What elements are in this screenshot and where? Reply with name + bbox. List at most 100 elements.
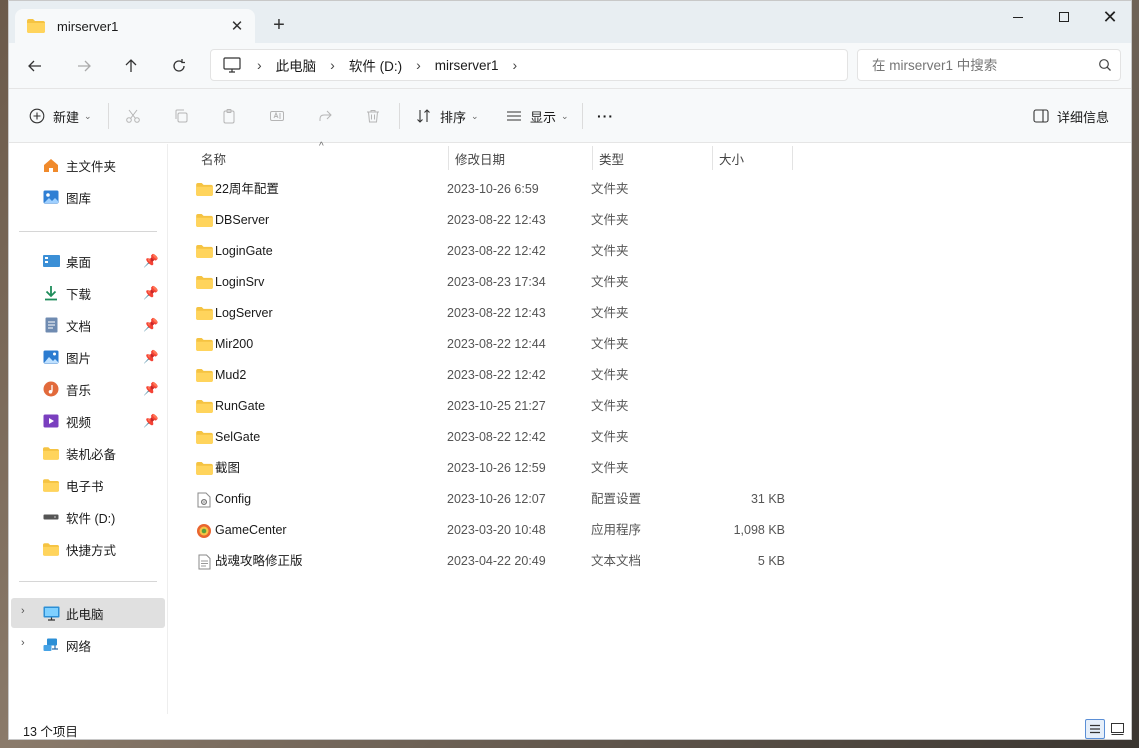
rename-button[interactable] [261, 101, 293, 131]
tab-close-icon[interactable]: ✕ [223, 17, 251, 35]
breadcrumb-this-pc[interactable]: 此电脑 [276, 55, 317, 75]
sidebar-item-desktop[interactable]: 桌面 📌 [11, 246, 165, 276]
sidebar-item-this-pc[interactable]: › 此电脑 [11, 598, 165, 628]
maximize-icon [1059, 12, 1069, 22]
sidebar-item-shortcuts-folder[interactable]: 快捷方式 [11, 534, 165, 564]
details-pane-icon [1033, 109, 1049, 123]
breadcrumb-mirserver1[interactable]: mirserver1 [435, 58, 499, 73]
file-name-cell[interactable]: 截图 [195, 453, 240, 484]
column-header-size[interactable]: 大小 [711, 144, 791, 172]
breadcrumb-chevron-icon[interactable]: › [257, 57, 262, 73]
new-tab-button[interactable]: + [267, 14, 291, 38]
table-row[interactable]: 战魂攻略修正版 2023-04-22 20:49 文本文档 5 KB [183, 546, 785, 577]
pin-icon[interactable]: 📌 [141, 254, 161, 269]
sidebar-item-essentials-folder[interactable]: 装机必备 [11, 438, 165, 468]
refresh-button[interactable] [164, 51, 194, 81]
more-options-button[interactable]: ··· [597, 101, 614, 131]
delete-button[interactable] [357, 101, 389, 131]
pin-icon[interactable]: 📌 [141, 286, 161, 301]
table-row[interactable]: LoginSrv 2023-08-23 17:34 文件夹 [183, 267, 783, 298]
pin-icon[interactable]: 📌 [141, 318, 161, 333]
back-button[interactable] [20, 51, 50, 81]
file-name-cell[interactable]: LoginSrv [195, 267, 264, 298]
search-input[interactable] [872, 57, 1090, 73]
folder-icon [195, 306, 213, 322]
sidebar-item-network[interactable]: › 网络 [11, 630, 165, 660]
table-row[interactable]: LogServer 2023-08-22 12:43 文件夹 [183, 298, 783, 329]
sidebar-item-downloads[interactable]: 下载 📌 [11, 278, 165, 308]
file-name-cell[interactable]: 战魂攻略修正版 [195, 546, 303, 577]
minimize-button[interactable] [995, 1, 1041, 33]
share-button[interactable] [309, 101, 341, 131]
file-name-cell[interactable]: RunGate [195, 391, 265, 422]
column-divider[interactable] [792, 146, 793, 170]
paste-button[interactable] [213, 101, 245, 131]
folder-icon [195, 244, 213, 260]
sidebar-item-home[interactable]: 主文件夹 [11, 150, 165, 180]
pin-icon[interactable]: 📌 [141, 382, 161, 397]
table-row[interactable]: LoginGate 2023-08-22 12:42 文件夹 [183, 236, 783, 267]
close-button[interactable]: ✕ [1087, 1, 1131, 33]
sidebar-item-pictures[interactable]: 图片 📌 [11, 342, 165, 372]
sort-button[interactable]: 排序 ⌄ [416, 101, 479, 131]
table-row[interactable]: Config 2023-10-26 12:07 配置设置 31 KB [183, 484, 785, 515]
column-header-date[interactable]: 修改日期 [447, 144, 591, 172]
search-box[interactable] [857, 49, 1121, 81]
tab-mirserver1[interactable]: mirserver1 ✕ [15, 9, 255, 43]
chevron-right-icon[interactable]: › [21, 637, 25, 649]
chevron-right-icon[interactable]: › [21, 605, 25, 617]
table-row[interactable]: RunGate 2023-10-25 21:27 文件夹 [183, 391, 783, 422]
file-name-cell[interactable]: Mir200 [195, 329, 253, 360]
toolbar-divider [108, 103, 109, 129]
search-icon[interactable] [1090, 58, 1120, 72]
table-row[interactable]: 截图 2023-10-26 12:59 文件夹 [183, 453, 783, 484]
pane-divider[interactable] [167, 144, 168, 714]
file-name: 22周年配置 [215, 182, 279, 196]
details-view-button[interactable] [1085, 719, 1105, 739]
chevron-down-icon: ⌄ [84, 110, 92, 121]
sidebar-item-ebooks-folder[interactable]: 电子书 [11, 470, 165, 500]
file-name-cell[interactable]: LoginGate [195, 236, 273, 267]
details-pane-button[interactable]: 详细信息 [1033, 101, 1109, 131]
file-name-cell[interactable]: Config [195, 484, 251, 515]
table-row[interactable]: GameCenter 2023-03-20 10:48 应用程序 1,098 KB [183, 515, 785, 546]
sidebar-item-gallery[interactable]: 图库 [11, 182, 165, 212]
sidebar-item-label: 图库 [66, 191, 92, 206]
breadcrumb-chevron-icon[interactable]: › [416, 57, 421, 73]
column-header-name[interactable]: 名称 [193, 144, 441, 172]
tiles-view-button[interactable] [1107, 719, 1127, 739]
new-button[interactable]: 新建 ⌄ [29, 101, 92, 131]
table-row[interactable]: Mir200 2023-08-22 12:44 文件夹 [183, 329, 783, 360]
column-header-type[interactable]: 类型 [591, 144, 711, 172]
sidebar-item-documents[interactable]: 文档 📌 [11, 310, 165, 340]
cut-button[interactable] [117, 101, 149, 131]
pin-icon[interactable]: 📌 [141, 350, 161, 365]
details-label: 详细信息 [1057, 109, 1110, 125]
table-row[interactable]: 22周年配置 2023-10-26 6:59 文件夹 [183, 174, 783, 205]
address-bar[interactable]: › 此电脑 › 软件 (D:) › mirserver1 › [210, 49, 848, 81]
up-button[interactable] [116, 51, 146, 81]
file-name-cell[interactable]: SelGate [195, 422, 260, 453]
sidebar-item-music[interactable]: 音乐 📌 [11, 374, 165, 404]
sidebar-item-videos[interactable]: 视频 📌 [11, 406, 165, 436]
file-name-cell[interactable]: DBServer [195, 205, 269, 236]
forward-button[interactable] [69, 51, 99, 81]
sidebar-item-drive-d[interactable]: 软件 (D:) [11, 502, 165, 532]
drive-icon [42, 509, 60, 525]
table-row[interactable]: DBServer 2023-08-22 12:43 文件夹 [183, 205, 783, 236]
file-name-cell[interactable]: LogServer [195, 298, 273, 329]
pin-icon[interactable]: 📌 [141, 414, 161, 429]
file-name-cell[interactable]: Mud2 [195, 360, 246, 391]
copy-button[interactable] [165, 101, 197, 131]
view-button[interactable]: 显示 ⌄ [506, 101, 569, 131]
maximize-button[interactable] [1041, 1, 1087, 33]
file-name-cell[interactable]: GameCenter [195, 515, 287, 546]
table-row[interactable]: SelGate 2023-08-22 12:42 文件夹 [183, 422, 783, 453]
sidebar-divider [19, 581, 157, 582]
table-row[interactable]: Mud2 2023-08-22 12:42 文件夹 [183, 360, 783, 391]
breadcrumb-drive-d[interactable]: 软件 (D:) [349, 55, 402, 75]
chevron-down-icon: ⌄ [561, 110, 569, 121]
breadcrumb-chevron-icon[interactable]: › [330, 57, 335, 73]
breadcrumb-chevron-icon[interactable]: › [513, 57, 518, 73]
file-name-cell[interactable]: 22周年配置 [195, 174, 279, 205]
